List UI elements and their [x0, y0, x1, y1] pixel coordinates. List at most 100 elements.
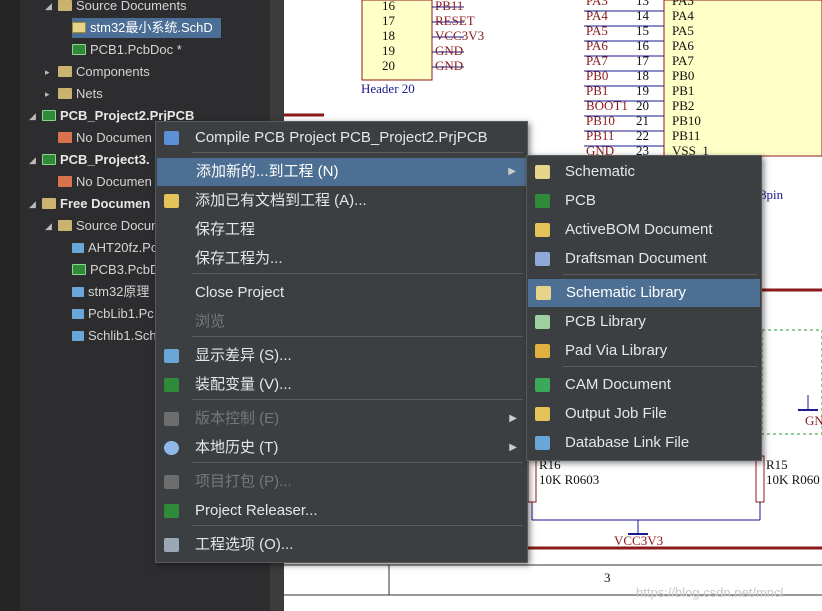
submenu-item[interactable]: Draftsman Document [527, 245, 761, 273]
tree-item[interactable]: ◢ PCB_Project3. [29, 150, 150, 170]
submenu-item-label: CAM Document [565, 376, 671, 393]
context-menu-item-label: Compile PCB Project PCB_Project2.PrjPCB [195, 129, 488, 146]
tree-item[interactable]: PCB1.PcbDoc * [72, 40, 182, 60]
mcu-pin-name: PB0 [672, 68, 695, 83]
mcu-pin-number: 20 [636, 98, 649, 113]
folder-red-icon [58, 176, 72, 187]
pcblib-icon [535, 315, 550, 329]
tree-item[interactable]: No Documen [58, 128, 152, 148]
lib-icon [72, 287, 84, 297]
context-menu-item-label: 装配变量 (V)... [195, 376, 292, 393]
mcu-net-label: PB10 [586, 113, 615, 128]
package-icon [164, 475, 179, 489]
submenu-item[interactable]: PCB [527, 187, 761, 215]
tree-item[interactable]: stm32原理 [72, 282, 149, 302]
sch-icon [72, 22, 86, 33]
menu-separator [192, 336, 523, 337]
expand-triangle-icon[interactable]: ◢ [29, 194, 36, 214]
mcu-pin-number: 19 [636, 83, 649, 98]
collapse-triangle-icon[interactable]: ▸ [45, 84, 50, 104]
submenu-item[interactable]: CAM Document [527, 371, 761, 399]
tree-item-label: stm32原理 [88, 284, 150, 299]
outjob-icon [535, 407, 550, 421]
context-menu-item-label: 本地历史 (T) [195, 439, 279, 456]
mcu-pin-number: 21 [636, 113, 649, 128]
header-pin-number: 18 [382, 28, 395, 43]
project-context-menu: Compile PCB Project PCB_Project2.PrjPCB 添… [155, 121, 528, 563]
tree-item-label: Source Docum [76, 218, 162, 233]
tree-item[interactable]: ◢ Source Documents [45, 0, 187, 16]
mcu-pin-number: 17 [636, 53, 649, 68]
submenu-item[interactable]: ActiveBOM Document [527, 216, 761, 244]
mcu-net-label: PA4 [586, 8, 608, 23]
component-suffix-label: 8pin [760, 187, 784, 202]
menu-separator [192, 152, 523, 153]
tree-item[interactable]: ▸ Nets [45, 84, 103, 104]
submenu-item[interactable]: Schematic Library [528, 279, 760, 307]
padvia-icon [535, 344, 550, 358]
context-menu-item[interactable]: 保存工程 [156, 216, 527, 244]
submenu-item-label: ActiveBOM Document [565, 221, 713, 238]
submenu-item-label: Schematic [565, 163, 636, 180]
context-menu-item[interactable]: Compile PCB Project PCB_Project2.PrjPCB [156, 124, 527, 152]
releaser-icon [164, 504, 179, 518]
context-menu-item[interactable]: 添加已有文档到工程 (A)... [156, 187, 527, 215]
mcu-pin-number: 18 [636, 68, 649, 83]
context-menu-item[interactable]: 添加新的...到工程 (N) ▶ [157, 158, 526, 186]
context-menu-item-label: 添加已有文档到工程 (A)... [195, 192, 367, 209]
mcu-net-label: PA5 [586, 23, 608, 38]
mcu-pin-number: 14 [636, 8, 649, 23]
mcu-pin-name: PB1 [672, 83, 695, 98]
mcu-pin-name: PB10 [672, 113, 701, 128]
cam-icon [535, 378, 550, 392]
context-menu-item[interactable]: 保存工程为... [156, 245, 527, 273]
submenu-item[interactable]: Output Job File [527, 400, 761, 428]
folder-icon [42, 198, 56, 209]
context-menu-item[interactable]: 工程选项 (O)... [156, 531, 527, 559]
expand-triangle-icon[interactable]: ◢ [29, 106, 36, 126]
expand-triangle-icon[interactable]: ◢ [45, 0, 52, 16]
submenu-item[interactable]: Schematic [527, 158, 761, 186]
draftsman-icon [535, 252, 550, 266]
context-menu-item[interactable]: 本地历史 (T) ▶ [156, 434, 527, 462]
menu-separator [192, 462, 523, 463]
submenu-item[interactable]: Database Link File [527, 429, 761, 457]
context-menu-item[interactable]: Close Project [156, 279, 527, 307]
submenu-item-label: PCB Library [565, 313, 646, 330]
context-menu-item[interactable]: 装配变量 (V)... [156, 371, 527, 399]
vcc-power-label: VCC3V3 [614, 533, 664, 548]
tree-item[interactable]: ◢ Source Docum [45, 216, 162, 236]
menu-separator [192, 273, 523, 274]
mcu-pin-name: PA4 [672, 8, 694, 23]
tree-item[interactable]: Schlib1.Sch [72, 326, 157, 346]
header-pin-number: 20 [382, 58, 395, 73]
expand-triangle-icon[interactable]: ◢ [45, 216, 52, 236]
tree-item[interactable]: AHT20fz.Pc [72, 238, 157, 258]
mcu-net-label: PB11 [586, 128, 615, 143]
context-menu-item[interactable]: Project Releaser... [156, 497, 527, 525]
tree-item[interactable]: ▸ Components [45, 62, 150, 82]
submenu-item[interactable]: Pad Via Library [527, 337, 761, 365]
submenu-item[interactable]: PCB Library [527, 308, 761, 336]
expand-triangle-icon[interactable]: ◢ [29, 150, 36, 170]
pcb-icon [535, 194, 550, 208]
header-net-label: PB11 [435, 0, 464, 13]
submenu-arrow-icon: ▶ [509, 442, 517, 453]
tree-item[interactable]: PCB3.PcbD [72, 260, 159, 280]
tree-item[interactable]: No Documen [58, 172, 152, 192]
tree-item[interactable]: stm32最小系统.SchD [72, 18, 221, 38]
header-net-label: RESET [435, 13, 475, 28]
tree-item-label: PCB3.PcbD [90, 262, 160, 277]
tree-item-label: No Documen [76, 130, 152, 145]
tree-item-label: AHT20fz.Pc [88, 240, 158, 255]
tree-item[interactable]: ◢ Free Documen [29, 194, 150, 214]
submenu-arrow-icon: ▶ [509, 413, 517, 424]
context-menu-item[interactable]: 显示差异 (S)... [156, 342, 527, 370]
vcs-icon [164, 412, 179, 426]
collapse-triangle-icon[interactable]: ▸ [45, 62, 50, 82]
tree-item[interactable]: PcbLib1.Pc [72, 304, 154, 324]
mcu-pin-name: PA7 [672, 53, 694, 68]
context-menu-item: 浏览 [156, 308, 527, 336]
submenu-item-label: Schematic Library [566, 284, 687, 301]
mcu-net-label: PB0 [586, 68, 609, 83]
